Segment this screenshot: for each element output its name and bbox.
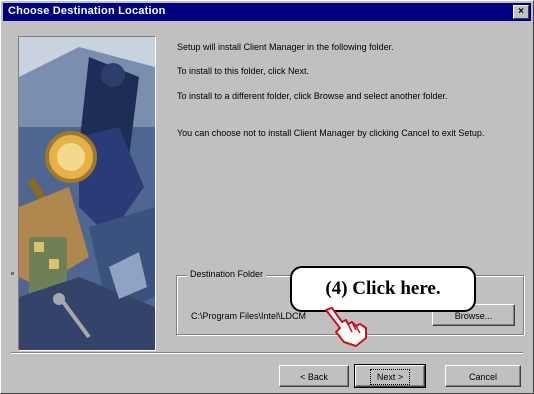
close-button[interactable]: × xyxy=(513,5,529,19)
cancel-button[interactable]: Cancel xyxy=(445,365,521,387)
destination-folder-label: Destination Folder xyxy=(187,269,267,279)
close-icon: × xyxy=(518,6,524,17)
pointing-hand-icon xyxy=(325,307,367,347)
back-button[interactable]: < Back xyxy=(279,365,349,387)
margin-dot xyxy=(11,272,14,275)
instruction-line-2: To install to this folder, click Next. xyxy=(177,66,310,76)
instruction-line-4: You can choose not to install Client Man… xyxy=(177,128,485,138)
button-separator xyxy=(11,352,523,354)
instruction-line-3: To install to a different folder, click … xyxy=(177,91,448,101)
destination-path: C:\Program Files\Intel\LDCM xyxy=(191,311,307,321)
title-bar: Choose Destination Location × xyxy=(3,3,531,21)
illustration-svg xyxy=(19,37,155,350)
window-title: Choose Destination Location xyxy=(8,5,166,17)
instruction-callout: (4) Click here. xyxy=(290,266,476,312)
next-button-label: Next > xyxy=(369,369,411,385)
setup-dialog: Choose Destination Location × Setup will… xyxy=(0,0,534,394)
instruction-line-1: Setup will install Client Manager in the… xyxy=(177,42,394,52)
next-button[interactable]: Next > xyxy=(354,364,426,388)
setup-illustration xyxy=(18,36,156,351)
